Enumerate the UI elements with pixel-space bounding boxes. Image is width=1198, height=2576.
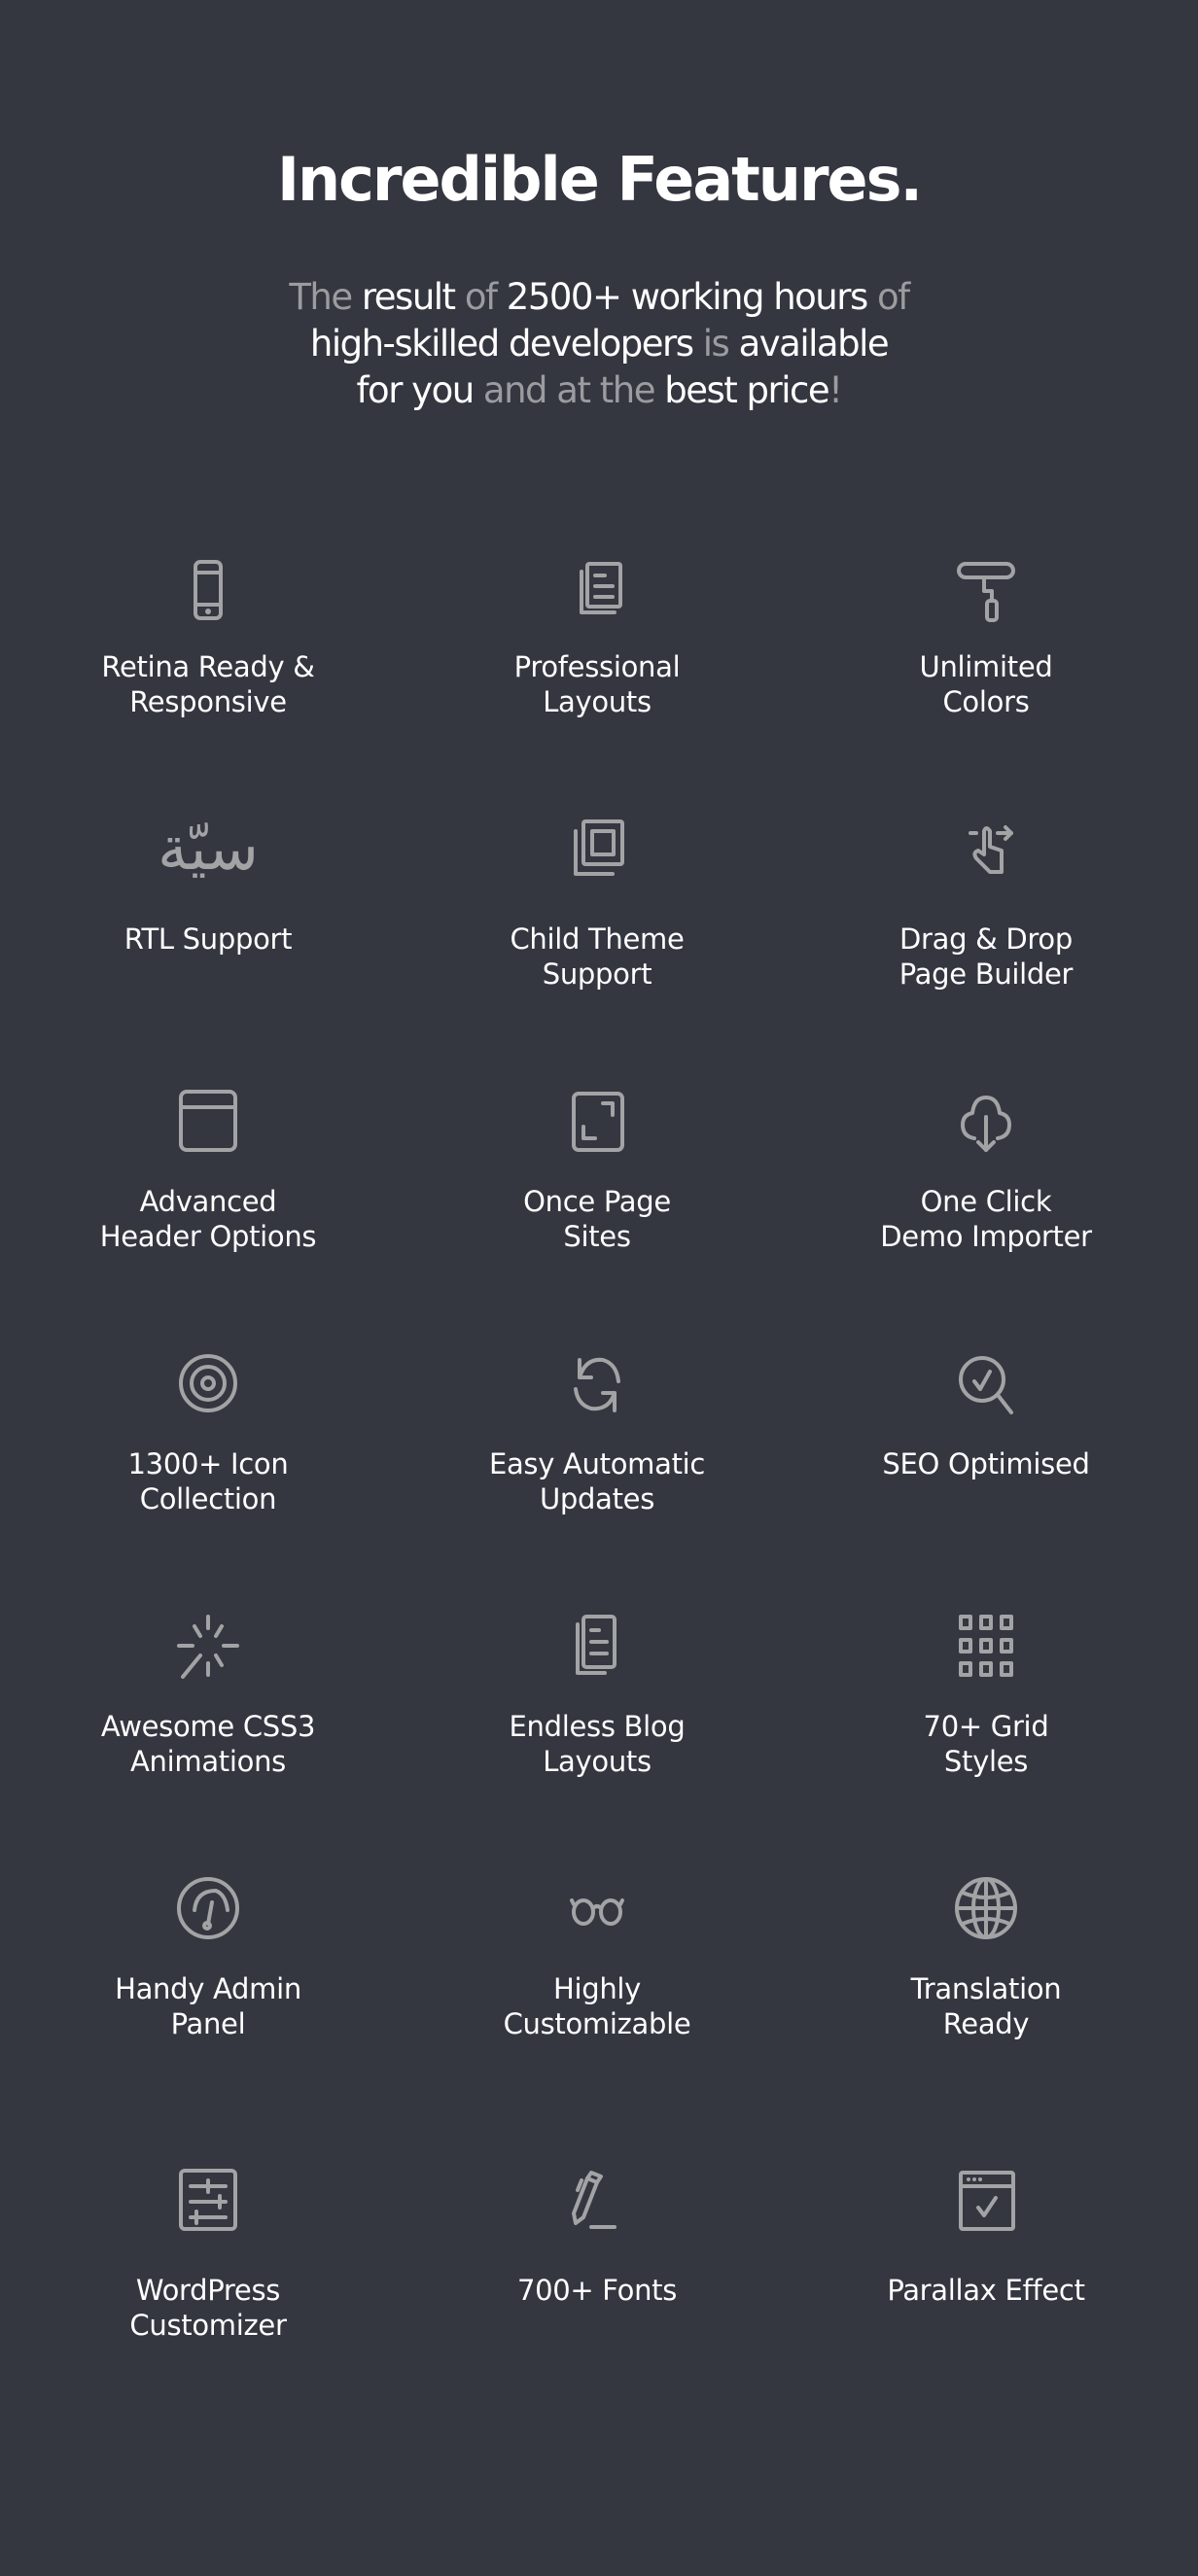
feature-label: Highly Customizable	[503, 1972, 691, 2040]
feature-item: 700+ Fonts	[403, 2161, 792, 2308]
feature-label: WordPress Customizer	[129, 2274, 287, 2342]
feature-label: Easy Automatic Updates	[488, 1447, 706, 1515]
expand-frame-icon	[572, 1092, 624, 1152]
feature-label: 1300+ Icon Collection	[127, 1447, 289, 1515]
refresh-icon	[574, 1357, 620, 1412]
feature-item: Once Page Sites	[403, 1082, 792, 1254]
feature-label: Child Theme Support	[510, 922, 685, 991]
search-check-icon	[959, 1356, 1013, 1414]
feature-label: Retina Ready & Responsive	[101, 650, 315, 718]
mobile-phone-icon	[194, 560, 223, 620]
feature-label: Advanced Header Options	[99, 1185, 317, 1253]
browser-header-icon	[179, 1090, 237, 1152]
feature-label: SEO Optimised	[882, 1447, 1090, 1480]
feature-item: Highly Customizable	[403, 1869, 792, 2041]
feature-item: SEO Optimised	[792, 1344, 1180, 1481]
feature-label: Endless Blog Layouts	[509, 1710, 686, 1778]
sliders-icon	[179, 2169, 237, 2231]
stacked-layers-icon	[574, 819, 624, 876]
feature-item: WordPress Customizer	[14, 2161, 403, 2343]
feature-item: Retina Ready & Responsive	[14, 552, 403, 719]
subtitle-segment: best price	[664, 369, 829, 411]
subtitle-segment: is	[702, 323, 739, 365]
arabic-script-icon: سيّة	[158, 813, 259, 884]
feature-label: Parallax Effect	[887, 2274, 1085, 2307]
feature-item: 1300+ Icon Collection	[14, 1344, 403, 1516]
feature-label: Translation Ready	[910, 1972, 1062, 2040]
globe-icon	[955, 1877, 1017, 1939]
feature-item: One Click Demo Importer	[792, 1082, 1180, 1254]
feature-label: Drag & Drop Page Builder	[898, 922, 1074, 991]
grid-icon	[959, 1615, 1013, 1677]
feature-item: Handy Admin Panel	[14, 1869, 403, 2041]
target-icon	[179, 1354, 237, 1412]
feature-item: Child Theme Support	[403, 810, 792, 992]
section-title: Incredible Features.	[276, 144, 923, 215]
subtitle-segment: of	[877, 276, 910, 318]
feature-label: 700+ Fonts	[516, 2274, 678, 2307]
documents-icon	[580, 562, 622, 614]
feature-label: Professional Layouts	[513, 650, 681, 718]
section-subtitle: The result of 2500+ working hours of high…	[0, 274, 1198, 414]
subtitle-segment: of	[464, 276, 507, 318]
feature-item: Translation Ready	[792, 1869, 1180, 2041]
feature-label: Awesome CSS3 Animations	[100, 1710, 316, 1778]
subtitle-segment: available	[738, 323, 890, 365]
feature-item: Endless Blog Layouts	[403, 1607, 792, 1779]
paint-roller-icon	[957, 562, 1015, 622]
swipe-hand-icon	[969, 825, 1013, 874]
feature-label: Handy Admin Panel	[115, 1972, 301, 2040]
subtitle-segment: The	[289, 276, 362, 318]
gauge-icon	[177, 1877, 239, 1939]
feature-item: Professional Layouts	[403, 552, 792, 719]
feature-label: 70+ Grid Styles	[923, 1710, 1049, 1778]
browser-check-icon	[959, 2171, 1015, 2231]
feature-item: سيّة RTL Support	[14, 810, 403, 957]
feature-item: Advanced Header Options	[14, 1082, 403, 1254]
feature-item: Unlimited Colors	[792, 552, 1180, 719]
subtitle-segment: high-skilled developers	[309, 323, 703, 365]
subtitle-segment: for you	[356, 369, 483, 411]
sparkle-icon	[177, 1615, 239, 1679]
subtitle-segment: 2500+ working hours	[506, 276, 878, 318]
feature-label: RTL Support	[123, 922, 293, 956]
feature-item: 70+ Grid Styles	[792, 1607, 1180, 1779]
feature-label: One Click Demo Importer	[880, 1185, 1092, 1253]
feature-item: Awesome CSS3 Animations	[14, 1607, 403, 1779]
pen-icon	[572, 2171, 617, 2229]
feature-item: Easy Automatic Updates	[403, 1344, 792, 1516]
feature-item: Drag & Drop Page Builder	[792, 810, 1180, 992]
feature-label: Unlimited Colors	[919, 650, 1053, 718]
glasses-icon	[570, 1898, 624, 1926]
cloud-download-icon	[961, 1096, 1011, 1152]
blog-pages-icon	[576, 1615, 617, 1675]
feature-item: Parallax Effect	[792, 2161, 1180, 2308]
feature-label: Once Page Sites	[523, 1185, 671, 1253]
subtitle-segment: and at the	[482, 369, 665, 411]
subtitle-segment: result	[361, 276, 465, 318]
subtitle-segment: !	[828, 369, 843, 411]
